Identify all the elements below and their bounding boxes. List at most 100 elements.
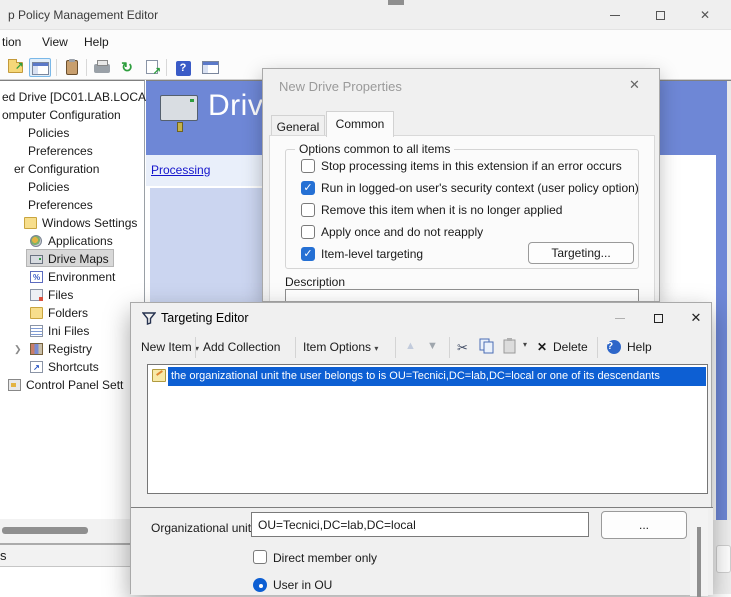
delete-x-icon[interactable]: ✕ — [537, 340, 547, 354]
control-panel-icon — [8, 379, 21, 391]
close-icon[interactable]: ✕ — [629, 77, 640, 93]
tree-horizontal-scrollbar[interactable] — [0, 519, 145, 543]
minimize-icon — [615, 318, 625, 319]
help-icon[interactable]: ? — [172, 58, 194, 77]
registry-icon — [30, 343, 43, 355]
paste-dropdown-icon[interactable]: ▾ — [523, 340, 527, 349]
shortcuts-icon: ↗ — [30, 361, 43, 373]
processing-tab-row: Processing — [146, 155, 265, 186]
targeting-item-row[interactable]: the organizational unit the user belongs… — [148, 367, 707, 386]
add-collection-button[interactable]: Add Collection — [203, 340, 280, 354]
cut-icon[interactable]: ✂ — [457, 340, 468, 356]
tree-item-windows-settings[interactable]: Windows Settings — [0, 214, 95, 232]
window-title: p Policy Management Editor — [8, 8, 158, 22]
item-properties-panel: Organizational unit ... ✓ Direct member … — [131, 507, 713, 595]
tree-item-environment[interactable]: %Environment — [0, 268, 67, 286]
environment-icon: % — [30, 271, 43, 283]
minimize-button[interactable] — [607, 309, 633, 327]
tree-item-shortcuts[interactable]: ↗Shortcuts — [0, 358, 51, 376]
organizational-unit-input[interactable] — [251, 512, 589, 537]
maximize-button[interactable] — [645, 6, 675, 24]
tree-item-files[interactable]: Files — [0, 286, 25, 304]
minimize-button[interactable] — [600, 6, 630, 24]
tree-item-applications[interactable]: Applications — [0, 232, 65, 250]
applications-icon — [30, 235, 42, 247]
maximize-icon — [654, 314, 663, 323]
tree-item-ini-files[interactable]: Ini Files — [0, 322, 41, 340]
printer-icon[interactable] — [91, 58, 113, 77]
direct-member-only-checkbox[interactable]: ✓ — [253, 550, 267, 564]
help-icon[interactable]: ? — [607, 338, 621, 354]
move-up-icon[interactable]: ▲ — [405, 340, 416, 352]
checkbox[interactable]: ✓ — [301, 181, 315, 195]
chevron-down-icon: ▾ — [374, 344, 378, 353]
tree-item-preferences-user[interactable]: Preferences — [28, 196, 93, 214]
checkbox[interactable]: ✓ — [301, 203, 315, 217]
delete-button[interactable]: Delete — [553, 340, 588, 354]
scrollbar-thumb[interactable] — [697, 527, 701, 597]
maximize-icon — [656, 11, 665, 20]
tree-item-user-configuration[interactable]: er Configuration — [14, 160, 99, 178]
tree-item-folders[interactable]: Folders — [0, 304, 40, 322]
organizational-unit-label: Organizational unit — [151, 521, 251, 535]
item-options-button[interactable]: Item Options ▾ — [303, 340, 378, 354]
description-textarea[interactable] — [285, 289, 639, 302]
move-down-icon[interactable]: ▼ — [427, 340, 438, 352]
targeting-items-list[interactable]: the organizational unit the user belongs… — [147, 364, 708, 494]
tree-item-policies[interactable]: Policies — [28, 124, 69, 142]
background-window-notch — [388, 0, 404, 5]
files-icon — [30, 289, 43, 301]
targeting-button[interactable]: Targeting... — [528, 242, 634, 264]
description-label: Description — [285, 275, 345, 289]
checkbox[interactable]: ✓ — [301, 225, 315, 239]
checkbox[interactable]: ✓ — [301, 247, 315, 261]
new-item-button[interactable]: New Item ▾ — [141, 340, 199, 354]
help-button[interactable]: Help — [627, 340, 652, 354]
console-tree-icon[interactable] — [199, 58, 221, 77]
processing-tab[interactable]: Processing — [151, 163, 210, 177]
checkbox[interactable]: ✓ — [301, 159, 315, 173]
targeting-item-text: the organizational unit the user belongs… — [168, 367, 706, 386]
direct-member-only-label: Direct member only — [273, 551, 377, 565]
funnel-icon — [142, 312, 156, 325]
ini-files-icon — [30, 325, 43, 337]
tree-item-root[interactable]: ed Drive [DC01.LAB.LOCA — [2, 88, 146, 106]
menu-bar — [0, 30, 731, 55]
paste-icon[interactable] — [503, 338, 517, 355]
group-box-title: Options common to all items — [295, 142, 454, 156]
menu-view[interactable]: View — [42, 35, 68, 49]
close-icon: ✕ — [700, 8, 710, 22]
tree-item-drive-maps[interactable]: Drive Maps — [0, 250, 61, 268]
tab-common[interactable]: Common — [326, 111, 394, 137]
refresh-icon[interactable]: ↻ — [116, 58, 138, 77]
tab-general[interactable]: General — [271, 115, 325, 137]
browse-button[interactable]: ... — [601, 511, 687, 539]
pane-right-blue-strip — [716, 81, 727, 520]
tree-item-computer-configuration[interactable]: omputer Configuration — [2, 106, 121, 124]
menu-action[interactable]: tion — [2, 35, 21, 49]
tree-item-policies-user[interactable]: Policies — [28, 178, 69, 196]
close-button[interactable]: ✕ — [690, 6, 720, 24]
console-window-icon[interactable] — [29, 58, 51, 77]
scrollbar-thumb[interactable] — [2, 527, 88, 534]
tree-item-control-panel-settings[interactable]: Control Panel Sett — [0, 376, 97, 394]
folders-icon — [30, 307, 43, 319]
clipboard-icon[interactable] — [61, 58, 83, 77]
minimize-icon — [610, 15, 620, 16]
chevron-right-icon[interactable]: ❯ — [14, 340, 22, 358]
menu-help[interactable]: Help — [84, 35, 109, 49]
user-in-ou-radio[interactable] — [253, 578, 267, 592]
targeting-item-icon — [152, 369, 166, 382]
close-button[interactable]: ✕ — [683, 309, 709, 327]
import-folder-icon[interactable]: ↗ — [4, 58, 26, 77]
panel-scrollbar[interactable] — [690, 509, 708, 596]
tree-item-registry[interactable]: ❯Registry — [0, 340, 44, 358]
maximize-button[interactable] — [645, 309, 671, 327]
bottom-right-box — [716, 545, 731, 573]
status-strip: s — [0, 545, 131, 567]
targeting-editor-dialog: Targeting Editor ✕ New Item ▾ Add Collec… — [130, 302, 712, 594]
copy-icon[interactable] — [479, 338, 495, 355]
close-icon: ✕ — [691, 310, 702, 325]
export-list-icon[interactable]: ↗ — [141, 58, 163, 77]
tree-item-preferences[interactable]: Preferences — [28, 142, 93, 160]
